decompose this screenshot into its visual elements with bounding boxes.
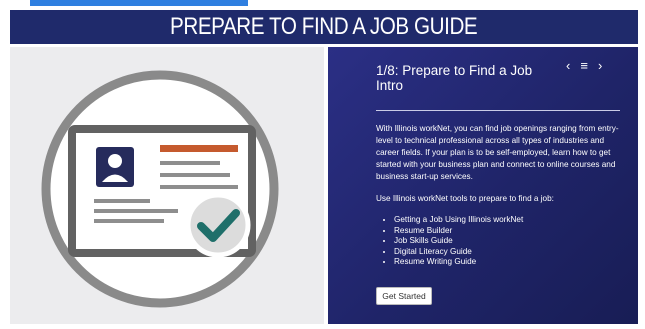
check-badge [185,192,251,258]
list-item: Resume Builder [394,226,523,237]
get-started-button[interactable]: Get Started [376,287,432,305]
menu-icon[interactable]: ≡ [580,59,588,73]
top-accent-bar [30,0,248,6]
card-line [94,209,178,213]
list-item: Getting a Job Using Illinois workNet [394,215,523,226]
tools-intro-text: Use Illinois workNet tools to prepare to… [376,194,554,203]
card-line [94,199,150,203]
slide-title: 1/8: Prepare to Find a Job Intro [376,63,533,93]
list-item: Job Skills Guide [394,236,523,247]
card-line [160,185,238,189]
id-card-checkmark-icon [41,70,279,308]
slide-panel: 1/8: Prepare to Find a Job Intro ‹ ≡ › W… [328,47,638,324]
illustration-panel [10,47,324,324]
page-header: PREPARE TO FIND A JOB GUIDE [10,10,638,44]
prev-slide-icon[interactable]: ‹ [566,59,570,73]
next-slide-icon[interactable]: › [598,59,602,73]
card-line [94,219,164,223]
page-title: PREPARE TO FIND A JOB GUIDE [170,13,478,40]
slide-nav: ‹ ≡ › [566,59,602,73]
card-line [160,161,220,165]
list-item: Resume Writing Guide [394,257,523,268]
list-item: Digital Literacy Guide [394,247,523,258]
tools-list: Getting a Job Using Illinois workNet Res… [376,215,523,268]
title-divider [376,110,620,111]
card-line-orange [160,145,238,152]
slide-description: With Illinois workNet, you can find job … [376,124,619,181]
card-line [160,173,230,177]
avatar-head [108,154,122,168]
